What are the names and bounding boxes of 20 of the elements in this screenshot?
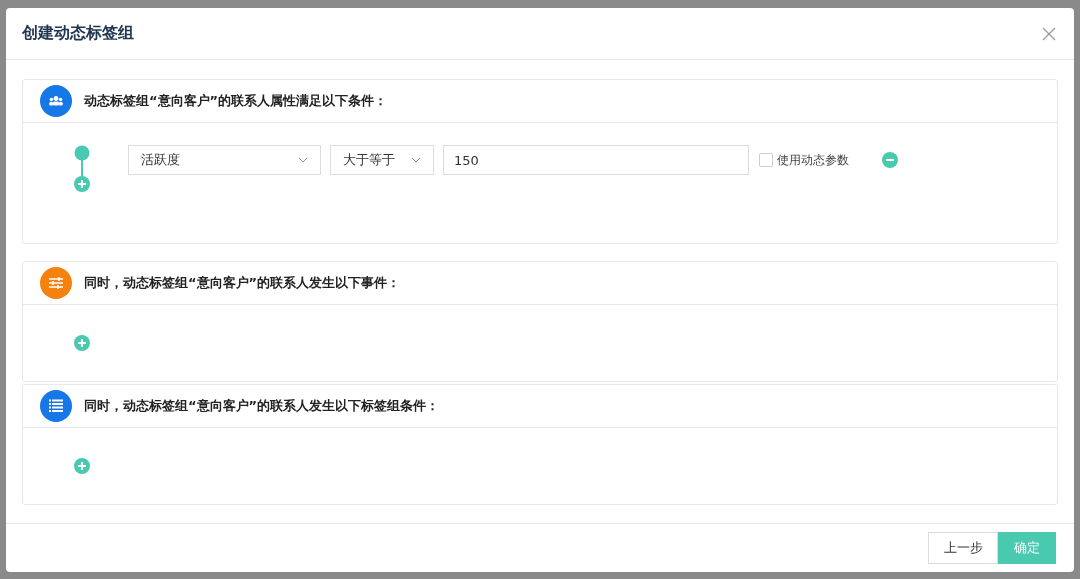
dialog-title: 创建动态标签组 xyxy=(22,23,134,44)
remove-icon[interactable] xyxy=(882,152,898,168)
attribute-select[interactable]: 活跃度 xyxy=(128,145,321,175)
section-title: 同时，动态标签组“意向客户”的联系人发生以下标签组条件： xyxy=(84,397,440,415)
add-icon[interactable] xyxy=(74,458,90,474)
add-icon[interactable] xyxy=(74,176,90,192)
people-icon xyxy=(40,85,72,117)
section-title: 动态标签组“意向客户”的联系人属性满足以下条件： xyxy=(84,92,388,110)
list-icon xyxy=(40,390,72,422)
close-icon[interactable] xyxy=(1042,26,1056,41)
sliders-icon xyxy=(40,267,72,299)
chevron-down-icon xyxy=(298,157,308,163)
checkbox-label: 使用动态参数 xyxy=(777,151,849,169)
chevron-down-icon xyxy=(411,157,421,163)
add-icon[interactable] xyxy=(74,335,90,351)
section-title: 同时，动态标签组“意向客户”的联系人发生以下事件： xyxy=(84,274,401,292)
value-input[interactable]: 150 xyxy=(443,145,749,175)
checkbox[interactable] xyxy=(759,153,773,167)
operator-select[interactable]: 大于等于 xyxy=(330,145,434,175)
back-button[interactable]: 上一步 xyxy=(928,532,998,564)
